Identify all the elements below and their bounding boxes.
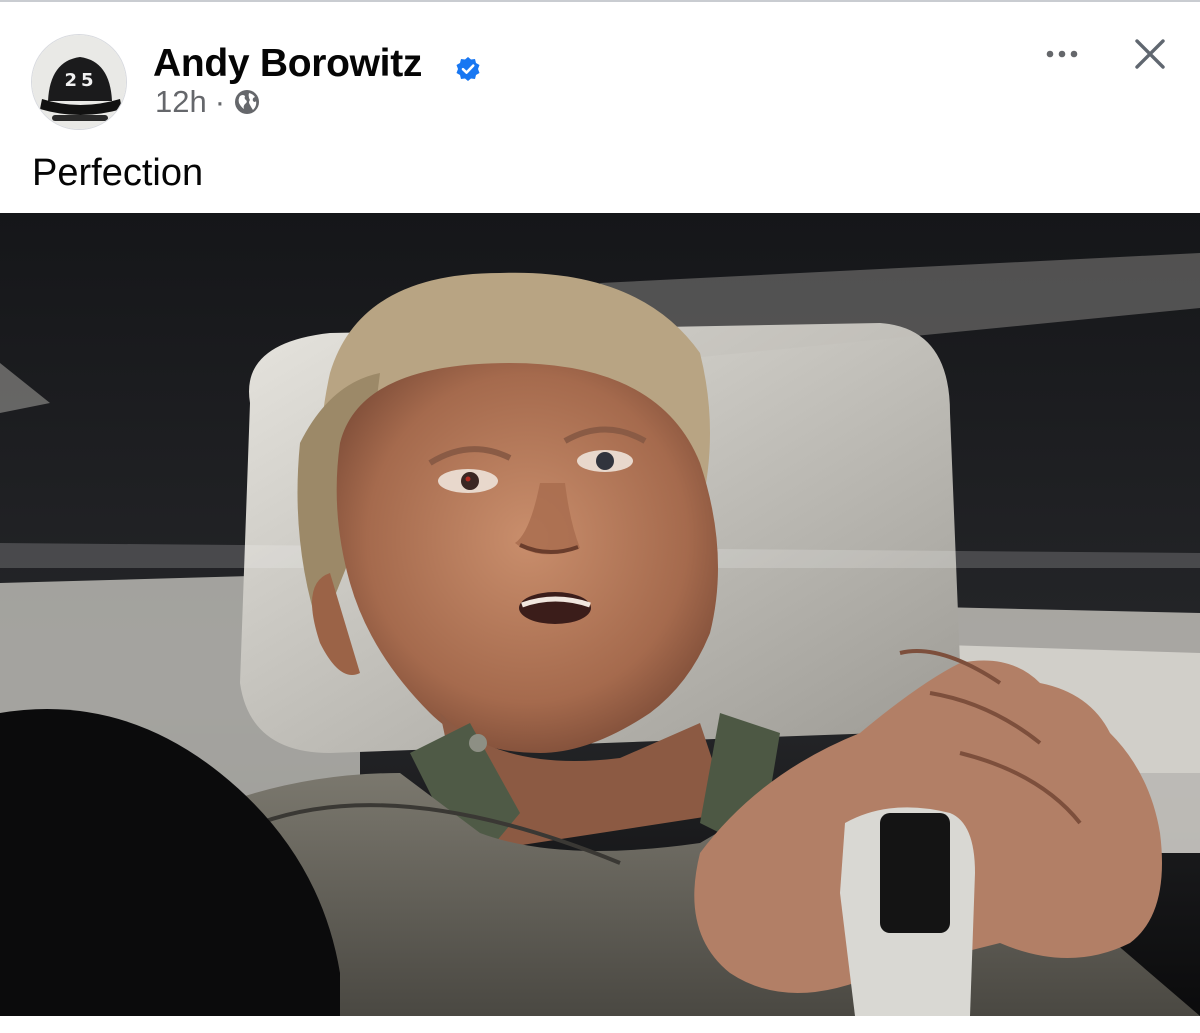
author-name[interactable]: Andy Borowitz	[153, 40, 422, 88]
post-time[interactable]: 12h	[155, 84, 207, 120]
more-options-icon	[1046, 50, 1078, 58]
hat-text: 25	[64, 70, 97, 91]
post-card: 25 Andy Borowitz 12h · Perfection	[0, 0, 1200, 1033]
photo-illustration	[0, 213, 1200, 1016]
close-button[interactable]	[1128, 34, 1172, 74]
post-photo[interactable]	[0, 213, 1200, 1016]
hat-avatar-icon: 25	[32, 35, 126, 129]
author-avatar[interactable]: 25	[31, 34, 127, 130]
meta-separator: ·	[214, 84, 226, 119]
close-icon	[1135, 39, 1165, 69]
post-header: 25 Andy Borowitz 12h ·	[0, 0, 1200, 140]
post-meta: 12h ·	[155, 84, 261, 120]
globe-icon[interactable]	[233, 88, 261, 116]
verified-badge-icon	[456, 57, 480, 81]
post-caption: Perfection	[32, 152, 204, 194]
more-options-button[interactable]	[1040, 36, 1084, 72]
